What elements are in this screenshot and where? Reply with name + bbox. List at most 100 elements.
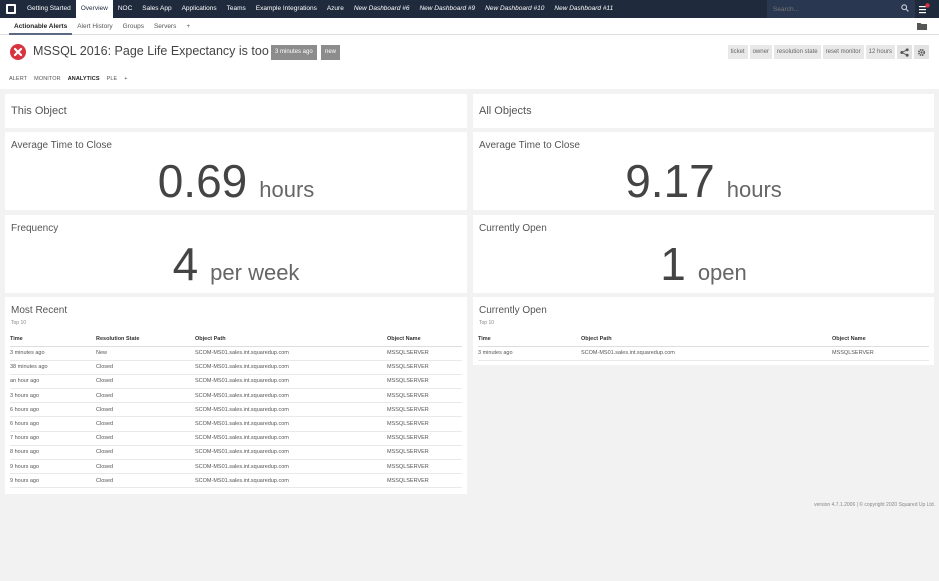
app-logo[interactable] [0,0,22,18]
all-objects-header-panel: All Objects [473,94,934,128]
cell-object-path: SCOM-MS01.sales.int.squaredup.com [195,473,387,489]
cell-resolution-state: New [96,346,195,361]
tab-getting-started[interactable]: Getting Started [22,0,76,18]
frequency-title: Frequency [11,223,59,234]
dashtab-add[interactable]: + [124,76,127,82]
column-header-object-name[interactable]: Object Name [387,333,462,347]
dashtab-monitor[interactable]: MONITOR [34,76,61,82]
cell-resolution-state: Closed [96,388,195,404]
sub-navbar: Actionable Alerts Alert History Groups Serv… [0,18,939,35]
tab-new-dashboard-6[interactable]: New Dashboard #6 [349,0,415,18]
cell-object-path: SCOM-MS01.sales.int.squaredup.com [195,402,387,418]
subtab-add[interactable]: + [181,18,195,35]
tab-new-dashboard-10[interactable]: New Dashboard #10 [480,0,549,18]
currently-open-title: Currently Open [479,305,547,316]
cell-object-name: MSSQLSERVER [387,346,462,361]
12-hours-button[interactable]: 12 hours [865,45,895,59]
top-navbar: Getting Started Overview NOC Sales App Appli… [0,0,939,18]
cell-object-path: SCOM-MS01.sales.int.squaredup.com [195,416,387,432]
tab-overview[interactable]: Overview [75,0,113,18]
tab-azure[interactable]: Azure [322,0,349,18]
cell-object-path: SCOM-MS01.sales.int.squaredup.com [195,459,387,475]
table-row[interactable]: 6 hours ago Closed SCOM-MS01.sales.int.squ… [10,416,462,432]
all-avg-close-title: Average Time to Close [479,140,580,151]
table-row[interactable]: 3 minutes ago New SCOM-MS01.sales.int.squa… [10,346,462,361]
alert-header: MSSQL 2016: Page Life Expectancy is too … [0,35,939,69]
search-icon[interactable] [901,4,909,12]
this-object-heading: This Object [11,105,67,117]
table-row[interactable]: 38 minutes ago Closed SCOM-MS01.sales.int.… [10,360,462,375]
alerts-list-icon[interactable] [918,3,930,15]
tab-example-integrations[interactable]: Example Integrations [251,0,322,18]
table-row[interactable]: 6 hours ago Closed SCOM-MS01.sales.int.squ… [10,402,462,418]
this-object-header-panel: This Object [5,94,467,128]
cell-time: 3 hours ago [10,388,96,404]
avg-close-value-row: 0.69 hours [5,154,467,208]
tab-noc[interactable]: NOC [113,0,137,18]
tab-teams[interactable]: Teams [222,0,251,18]
dashtab-ple[interactable]: PLE [107,76,118,82]
cell-time: an hour ago [10,374,96,390]
table-row[interactable]: 7 hours ago Closed SCOM-MS01.sales.int.squ… [10,431,462,446]
table-row[interactable]: 9 hours ago Closed SCOM-MS01.sales.int.squ… [10,459,462,475]
footer-version: version 4.7.1.2006 | © copyright 2020 Sq… [814,502,935,508]
subtab-groups[interactable]: Groups [118,18,149,35]
resolution-state-button[interactable]: resolution state [773,45,821,59]
share-icon[interactable] [897,45,912,59]
search-input[interactable] [767,5,892,13]
tab-new-dashboard-11[interactable]: New Dashboard #11 [549,0,618,18]
column-header-object-path[interactable]: Object Path [195,333,387,347]
currently-open-panel: Currently Open Top 10 Time Object Path Obj… [473,297,934,365]
cell-time: 6 hours ago [10,402,96,418]
subtab-servers[interactable]: Servers [149,18,181,35]
owner-button[interactable]: owner [749,45,772,59]
cell-object-path: SCOM-MS01.sales.int.squaredup.com [195,360,387,375]
column-header-resolution-state[interactable]: Resolution State [96,333,195,347]
currently-open-subtitle: Top 10 [479,320,495,326]
cell-object-path: SCOM-MS01.sales.int.squaredup.com [195,388,387,404]
cell-object-path: SCOM-MS01.sales.int.squaredup.com [195,431,387,446]
dashboard-tabs: ALERT MONITOR ANALYTICS PLE + [0,69,939,89]
subtab-alert-history[interactable]: Alert History [72,18,117,35]
column-header-time[interactable]: Time [478,333,581,347]
tab-new-dashboard-9[interactable]: New Dashboard #9 [414,0,480,18]
frequency-unit: per week [210,260,300,285]
cell-object-name: MSSQLSERVER [387,374,462,390]
table-row[interactable]: an hour ago Closed SCOM-MS01.sales.int.squ… [10,374,462,390]
frequency-value-row: 4 per week [5,237,467,291]
currently-open-count-panel: Currently Open 1 open [473,215,934,293]
column-header-time[interactable]: Time [10,333,96,347]
column-header-object-name[interactable]: Object Name [832,333,929,347]
most-recent-panel: Most Recent Top 10 Time Resolution State O… [5,297,467,494]
alert-title: MSSQL 2016: Page Life Expectancy is too … [33,44,292,58]
cell-object-name: MSSQLSERVER [387,473,462,489]
table-row[interactable]: 3 minutes ago SCOM-MS01.sales.int.squared… [478,346,929,361]
status-badge: new [321,45,341,60]
tab-applications[interactable]: Applications [177,0,222,18]
cell-object-path: SCOM-MS01.sales.int.squaredup.com [195,374,387,390]
cell-time: 3 minutes ago [10,346,96,361]
column-header-object-path[interactable]: Object Path [581,333,832,347]
all-avg-close-value-row: 9.17 hours [473,154,934,208]
cell-time: 8 hours ago [10,445,96,461]
reset-monitor-button[interactable]: reset monitor [822,45,864,59]
gear-icon[interactable] [914,45,929,59]
tab-sales-app[interactable]: Sales App [137,0,176,18]
cell-resolution-state: Closed [96,374,195,390]
table-row[interactable]: 8 hours ago Closed SCOM-MS01.sales.int.squ… [10,445,462,461]
time-badge: 3 minutes ago [271,45,317,60]
top-tabs: Getting Started Overview NOC Sales App Appli… [22,0,618,18]
cell-resolution-state: Closed [96,459,195,475]
table-row[interactable]: 3 hours ago Closed SCOM-MS01.sales.int.squ… [10,388,462,404]
most-recent-title: Most Recent [11,305,68,316]
subtab-actionable-alerts[interactable]: Actionable Alerts [9,18,73,35]
cell-object-name: MSSQLSERVER [387,360,462,375]
ticket-button[interactable]: ticket [727,45,748,59]
cell-object-name: MSSQLSERVER [387,445,462,461]
dashtab-alert[interactable]: ALERT [9,76,27,82]
cell-time: 38 minutes ago [10,360,96,375]
folder-icon[interactable] [917,22,927,30]
dashtab-analytics[interactable]: ANALYTICS [68,76,100,82]
avg-close-unit: hours [259,177,315,202]
table-row[interactable]: 9 hours ago Closed SCOM-MS01.sales.int.squ… [10,473,462,489]
